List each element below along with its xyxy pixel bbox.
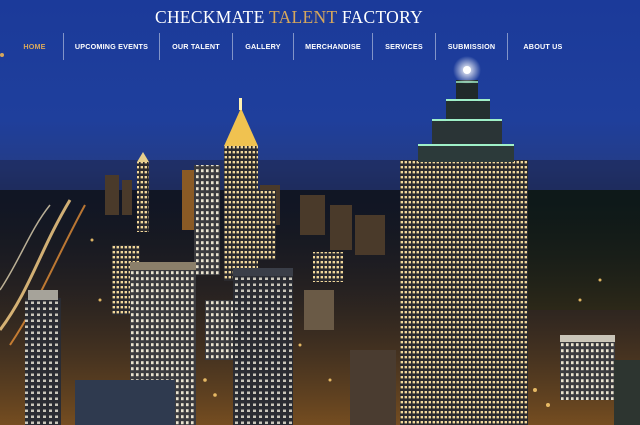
site-title-accent: TALENT [269, 7, 338, 27]
site-title-part-1: CHECKMATE [154, 7, 265, 27]
nav-item-our-talent[interactable]: OUR TALENT [160, 33, 233, 60]
nav-item-submission[interactable]: SUBMISSION [436, 33, 508, 60]
nav-item-home[interactable]: HOME [6, 33, 64, 60]
site-title-part-2: FACTORY [341, 7, 424, 27]
main-nav: HOME UPCOMING EVENTS OUR TALENT GALLERY … [6, 33, 578, 60]
hero-cityscape-image [0, 0, 640, 425]
accent-dot [0, 53, 4, 57]
nav-item-services[interactable]: SERVICES [373, 33, 436, 60]
city-skyline-illustration [0, 56, 640, 425]
site-title[interactable]: CHECKMATE TALENT FACTORY [0, 7, 578, 28]
nav-item-about-us[interactable]: ABOUT US [508, 33, 578, 60]
nav-item-merchandise[interactable]: MERCHANDISE [294, 33, 373, 60]
nav-item-gallery[interactable]: GALLERY [233, 33, 294, 60]
nav-item-upcoming-events[interactable]: UPCOMING EVENTS [64, 33, 160, 60]
